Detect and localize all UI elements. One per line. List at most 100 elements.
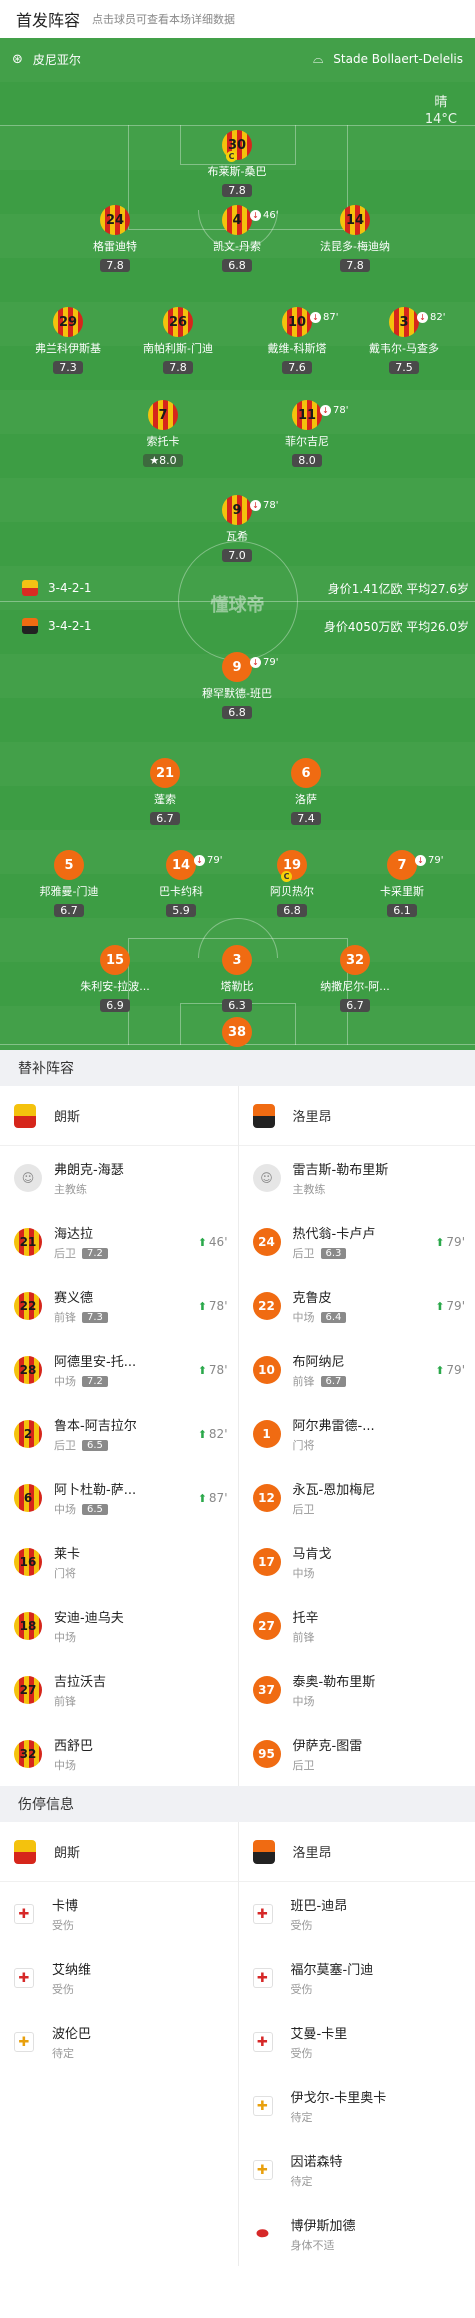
injury-row[interactable]: ✚ 因诺森特 待定	[239, 2138, 475, 2202]
player-number-badge: 1	[252, 1420, 281, 1448]
injury-row[interactable]: ✚ 班巴-迪昂 受伤	[239, 1882, 475, 1946]
player-number-badge: 12	[252, 1484, 281, 1512]
lens-player[interactable]: 30 C 布莱斯-桑巴 7.8	[182, 130, 292, 198]
page-title: 首发阵容	[16, 11, 81, 30]
injury-row[interactable]: ✚ 伊戈尔-卡里奥卡 待定	[239, 2074, 475, 2138]
subs-section-title: 替补阵容	[0, 1050, 475, 1086]
substitute-position: 中场	[54, 1757, 228, 1773]
weather-box: 晴 14°C	[425, 94, 457, 128]
lorient-player[interactable]: 7 ↓ 79' 卡采里斯 6.1	[347, 850, 457, 918]
substitution-event: ↓ 46'	[250, 210, 278, 221]
substitute-row[interactable]: ☺ 弗朗克-海瑟 主教练	[0, 1146, 238, 1210]
lorient-player[interactable]: 3 塔勒比 6.3	[182, 945, 292, 1013]
lorient-player-name: 穆罕默德-班巴	[202, 687, 272, 700]
injury-row[interactable]: ✚ 波伦巴 待定	[0, 2010, 238, 2074]
lens-player[interactable]: 29 弗兰科伊斯基 7.3	[13, 307, 123, 375]
substitute-name: 海达拉	[54, 1227, 94, 1242]
player-number-badge: 22	[14, 1292, 42, 1320]
substitute-row[interactable]: 6 阿卜杜勒-萨... 中场 6.5 ⬆ 87'	[0, 1466, 238, 1530]
substitute-row[interactable]: 32 西舒巴 中场	[0, 1722, 238, 1786]
substitute-row[interactable]: 17 马肯戈 中场	[239, 1530, 475, 1594]
position-label: 前锋	[54, 1695, 76, 1708]
lorient-player[interactable]: 21 蓬索 6.7	[110, 758, 220, 826]
injury-row[interactable]: ⬬ 博伊斯加德 身体不适	[239, 2202, 475, 2266]
lens-player[interactable]: 14 法昆多-梅迪纳 7.8	[300, 205, 410, 273]
lens-player[interactable]: 11 ↓ 78' 菲尔吉尼 8.0	[252, 400, 362, 468]
substitute-row[interactable]: 22 赛义德 前锋 7.3 ⬆ 78'	[0, 1274, 238, 1338]
lorient-player[interactable]: 15 朱利安-拉波... 6.9	[60, 945, 170, 1013]
lens-player-rating: 8.0	[292, 454, 322, 467]
lens-player[interactable]: 4 ↓ 46' 凯文-丹索 6.8	[182, 205, 292, 273]
injury-away-team[interactable]: 洛里昂	[238, 1822, 475, 1882]
lorient-player[interactable]: 19 C 阿贝热尔 6.8	[237, 850, 347, 918]
substitute-row[interactable]: 28 阿德里安-托... 中场 7.2 ⬆ 78'	[0, 1338, 238, 1402]
lens-player-rating: 6.8	[222, 259, 252, 272]
minute-label: 79'	[446, 1235, 465, 1249]
lorient-player-rating: 6.7	[340, 999, 370, 1012]
player-number-badge: 6	[14, 1484, 42, 1512]
injury-info: 卡博 受伤	[52, 1895, 238, 1933]
injury-cross-icon: ✚	[252, 2032, 273, 2052]
position-label: 门将	[292, 1439, 315, 1452]
substitute-info: 莱卡 门将	[54, 1543, 228, 1581]
lorient-player[interactable]: 32 纳撒尼尔-阿... 6.7	[300, 945, 410, 1013]
subs-home-team[interactable]: 朗斯	[0, 1086, 238, 1146]
substitute-row[interactable]: 27 托辛 前锋	[239, 1594, 475, 1658]
lorient-player[interactable]: 14 ↓ 79' 巴卡约科 5.9	[126, 850, 236, 918]
lens-player-number: 30 C	[222, 130, 252, 162]
position-label: 主教练	[54, 1183, 87, 1196]
substitute-row[interactable]: 12 永瓦-恩加梅尼 后卫	[239, 1466, 475, 1530]
lorient-player[interactable]: 9 ↓ 79' 穆罕默德-班巴 6.8	[182, 652, 292, 720]
lorient-player[interactable]: 6 洛萨 7.4	[251, 758, 361, 826]
substitute-row[interactable]: 95 伊萨克-图雷 后卫	[239, 1722, 475, 1786]
position-label: 前锋	[54, 1311, 76, 1324]
lorient-player[interactable]: 5 邦雅曼-门迪 6.7	[14, 850, 124, 918]
subs-home-column: 朗斯 ☺ 弗朗克-海瑟 主教练 21 海达拉 后卫 7.2 ⬆ 46' 22 赛义德 前锋 7.3 ⬆ 78…	[0, 1086, 238, 1786]
subs-away-team[interactable]: 洛里昂	[238, 1086, 475, 1146]
substitute-name: 西舒巴	[54, 1739, 94, 1754]
lorient-player[interactable]: 38姆沃戈7.1	[182, 1017, 292, 1050]
injury-info: 福尔莫塞-门迪 受伤	[291, 1959, 475, 1997]
lens-player-rating: 7.3	[53, 361, 83, 374]
substitute-row[interactable]: 22 克鲁皮 中场 6.4 ⬆ 79'	[239, 1274, 475, 1338]
injury-info: 博伊斯加德 身体不适	[291, 2215, 475, 2253]
injury-row[interactable]: ✚ 艾纳维 受伤	[0, 1946, 238, 2010]
minute-label: 79'	[446, 1363, 465, 1377]
substitute-name: 雷吉斯-勒布里斯	[292, 1163, 389, 1178]
substitute-row[interactable]: 37 泰奥-勒布里斯 中场	[239, 1658, 475, 1722]
injury-row[interactable]: ✚ 福尔莫塞-门迪 受伤	[239, 1946, 475, 2010]
injury-home-team[interactable]: 朗斯	[0, 1822, 238, 1882]
lens-player[interactable]: 10 ↓ 87' 戴维-科斯塔 7.6	[242, 307, 352, 375]
lens-player[interactable]: 26 南帕利斯-门迪 7.8	[123, 307, 233, 375]
substitute-name: 马肯戈	[292, 1547, 332, 1562]
lens-player-name: 菲尔吉尼	[285, 435, 329, 448]
substitute-row[interactable]: 27 吉拉沃吉 前锋	[0, 1658, 238, 1722]
substitute-row[interactable]: 1 阿尔弗雷德-... 门将	[239, 1402, 475, 1466]
substitute-position: 后卫	[293, 1501, 466, 1517]
lens-player-number: 14	[340, 205, 370, 235]
substitute-row[interactable]: 24 热代翁-卡卢卢 后卫 6.3 ⬆ 79'	[239, 1210, 475, 1274]
player-number-badge: 2	[14, 1420, 42, 1448]
sub-in-arrow-icon: ⬆	[197, 1235, 207, 1249]
lens-player[interactable]: 7 索托卡 ★8.0	[108, 400, 218, 468]
lorient-player-number: 6	[291, 758, 321, 788]
injured-player-name: 因诺森特	[290, 2155, 343, 2170]
lorient-player-rating: 6.8	[222, 706, 252, 719]
substitute-row[interactable]: 16 莱卡 门将	[0, 1530, 238, 1594]
sub-in-minute: ⬆ 79'	[435, 1363, 465, 1377]
substitute-name: 克鲁皮	[292, 1291, 332, 1306]
sub-in-minute: ⬆ 46'	[198, 1235, 228, 1249]
substitute-row[interactable]: 21 海达拉 后卫 7.2 ⬆ 46'	[0, 1210, 238, 1274]
substitute-info: 阿卜杜勒-萨... 中场 6.5	[54, 1479, 198, 1517]
lens-player[interactable]: 9 ↓ 78' 瓦希 7.0	[182, 495, 292, 563]
substitute-row[interactable]: 2 鲁本-阿吉拉尔 后卫 6.5 ⬆ 82'	[0, 1402, 238, 1466]
substitution-out-icon: ↓	[194, 855, 205, 866]
substitute-info: 布阿纳尼 前锋 6.7	[293, 1351, 436, 1389]
lens-player[interactable]: 3 ↓ 82' 戴韦尔-马查多 7.5	[349, 307, 459, 375]
injury-row[interactable]: ✚ 艾曼-卡里 受伤	[239, 2010, 475, 2074]
substitute-row[interactable]: 18 安迪-迪乌夫 中场	[0, 1594, 238, 1658]
injury-row[interactable]: ✚ 卡博 受伤	[0, 1882, 238, 1946]
lens-player[interactable]: 24 格雷迪特 7.8	[60, 205, 170, 273]
substitute-row[interactable]: 10 布阿纳尼 前锋 6.7 ⬆ 79'	[239, 1338, 475, 1402]
substitute-row[interactable]: ☺ 雷吉斯-勒布里斯 主教练	[239, 1146, 475, 1210]
